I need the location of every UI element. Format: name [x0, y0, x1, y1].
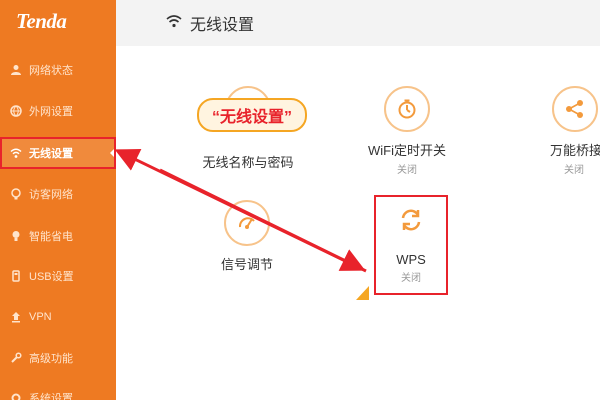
- sidebar-item-guest-network[interactable]: 访客网络: [0, 180, 116, 208]
- sidebar-item-label: 网络状态: [29, 65, 73, 77]
- sidebar-item-label: 访客网络: [29, 189, 73, 201]
- tile-label: 万能桥接: [550, 143, 600, 158]
- vpn-icon: [9, 310, 23, 324]
- sidebar-item-advanced[interactable]: 高级功能: [0, 344, 116, 372]
- tile-status: 关闭: [564, 165, 584, 176]
- tile-label: 信号调节: [220, 257, 273, 272]
- tile-status: 关闭: [397, 165, 417, 176]
- wrench-icon: [9, 351, 23, 365]
- wps-highlight-box: [374, 195, 448, 295]
- tile-signal-adjustment[interactable]: 信号调节: [192, 200, 302, 273]
- signal-icon: [224, 200, 270, 246]
- sidebar-item-label: VPN: [29, 311, 52, 323]
- sidebar-highlight-box: [0, 137, 116, 169]
- globe-icon: [9, 104, 23, 118]
- sidebar-item-wan-settings[interactable]: 外网设置: [0, 97, 116, 125]
- sidebar-item-power-saving[interactable]: 智能省电: [0, 222, 116, 250]
- bulb-icon: [9, 229, 23, 243]
- person-icon: [9, 63, 23, 77]
- sidebar-item-label: 系统设置: [29, 393, 73, 400]
- sidebar-item-vpn[interactable]: VPN: [0, 303, 116, 331]
- share-icon: [552, 86, 598, 132]
- sidebar-item-network-status[interactable]: 网络状态: [0, 56, 116, 84]
- sidebar-item-label: USB设置: [29, 271, 74, 283]
- sidebar-item-label: 高级功能: [29, 353, 73, 365]
- tenda-logo: Tenda: [16, 9, 67, 33]
- callout-label: “无线设置”: [197, 98, 307, 132]
- sidebar-item-usb-settings[interactable]: USB设置: [0, 262, 116, 290]
- page-header: 无线设置: [116, 0, 600, 46]
- sidebar: Tenda 网络状态 外网设置 无线设置 访客网络 智能省电 USB设置 VPN…: [0, 0, 116, 400]
- tile-label: WiFi定时开关: [368, 143, 446, 158]
- tile-label: 无线名称与密码: [202, 155, 294, 170]
- wifi-icon: [166, 13, 182, 34]
- gear-icon: [9, 391, 23, 400]
- guest-icon: [9, 187, 23, 201]
- tile-universal-bridge[interactable]: 万能桥接 关闭: [534, 86, 600, 176]
- sidebar-item-system-settings[interactable]: 系统设置: [0, 384, 116, 400]
- sidebar-item-label: 外网设置: [29, 106, 73, 118]
- page-title: 无线设置: [190, 17, 255, 34]
- timer-icon: [384, 86, 430, 132]
- sidebar-item-label: 智能省电: [29, 231, 73, 243]
- usb-icon: [9, 269, 23, 283]
- tile-wifi-timer[interactable]: WiFi定时开关 关闭: [352, 86, 462, 176]
